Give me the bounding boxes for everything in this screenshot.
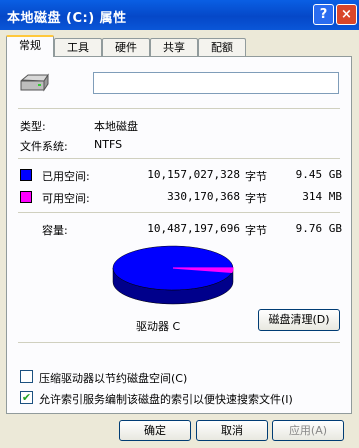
used-space-bytes: 10,157,027,328 xyxy=(147,168,240,181)
title-bar[interactable]: 本地磁盘 (C:) 属性 ? × xyxy=(0,0,359,30)
capacity-label: 容量: xyxy=(42,224,68,237)
apply-button[interactable]: 应用(A) xyxy=(272,420,344,441)
capacity-bytes: 10,487,197,696 xyxy=(147,222,240,235)
separator xyxy=(18,212,340,213)
filesystem-value: NTFS xyxy=(94,138,123,151)
capacity-size: 9.76 GB xyxy=(295,222,342,235)
used-space-label: 已用空间: xyxy=(42,170,90,183)
tab-sharing[interactable]: 共享 xyxy=(150,38,198,56)
close-button[interactable]: × xyxy=(336,4,357,25)
separator xyxy=(18,158,340,159)
tab-hardware[interactable]: 硬件 xyxy=(102,38,150,56)
free-space-swatch xyxy=(20,191,32,203)
tab-tools[interactable]: 工具 xyxy=(54,38,102,56)
used-space-size: 9.45 GB xyxy=(295,168,342,181)
disk-usage-pie-chart xyxy=(112,245,234,305)
tab-general[interactable]: 常规 xyxy=(6,35,54,57)
disk-cleanup-button[interactable]: 磁盘清理(D) xyxy=(258,309,340,331)
ok-button[interactable]: 确定 xyxy=(119,420,191,441)
help-button[interactable]: ? xyxy=(313,4,334,25)
free-space-bytes: 330,170,368 xyxy=(167,190,240,203)
separator xyxy=(18,342,340,343)
type-label: 类型: xyxy=(20,120,46,133)
used-space-swatch xyxy=(20,169,32,181)
cancel-button[interactable]: 取消 xyxy=(196,420,268,441)
drive-name: 驱动器 C xyxy=(136,320,181,333)
hard-drive-icon xyxy=(20,73,49,92)
free-space-size: 314 MB xyxy=(302,190,342,203)
index-service-checkbox[interactable]: ✔ xyxy=(20,391,33,404)
free-space-label: 可用空间: xyxy=(42,192,90,205)
compress-drive-checkbox[interactable] xyxy=(20,370,33,383)
index-service-label: 允许索引服务编制该磁盘的索引以便快速搜索文件(I) xyxy=(39,393,293,406)
tab-quota[interactable]: 配额 xyxy=(198,38,246,56)
separator xyxy=(18,108,340,109)
type-value: 本地磁盘 xyxy=(94,120,138,133)
filesystem-label: 文件系统: xyxy=(20,140,68,153)
compress-drive-label: 压缩驱动器以节约磁盘空间(C) xyxy=(39,372,188,385)
volume-label-input[interactable] xyxy=(93,72,339,94)
window-title: 本地磁盘 (C:) 属性 xyxy=(7,11,127,26)
